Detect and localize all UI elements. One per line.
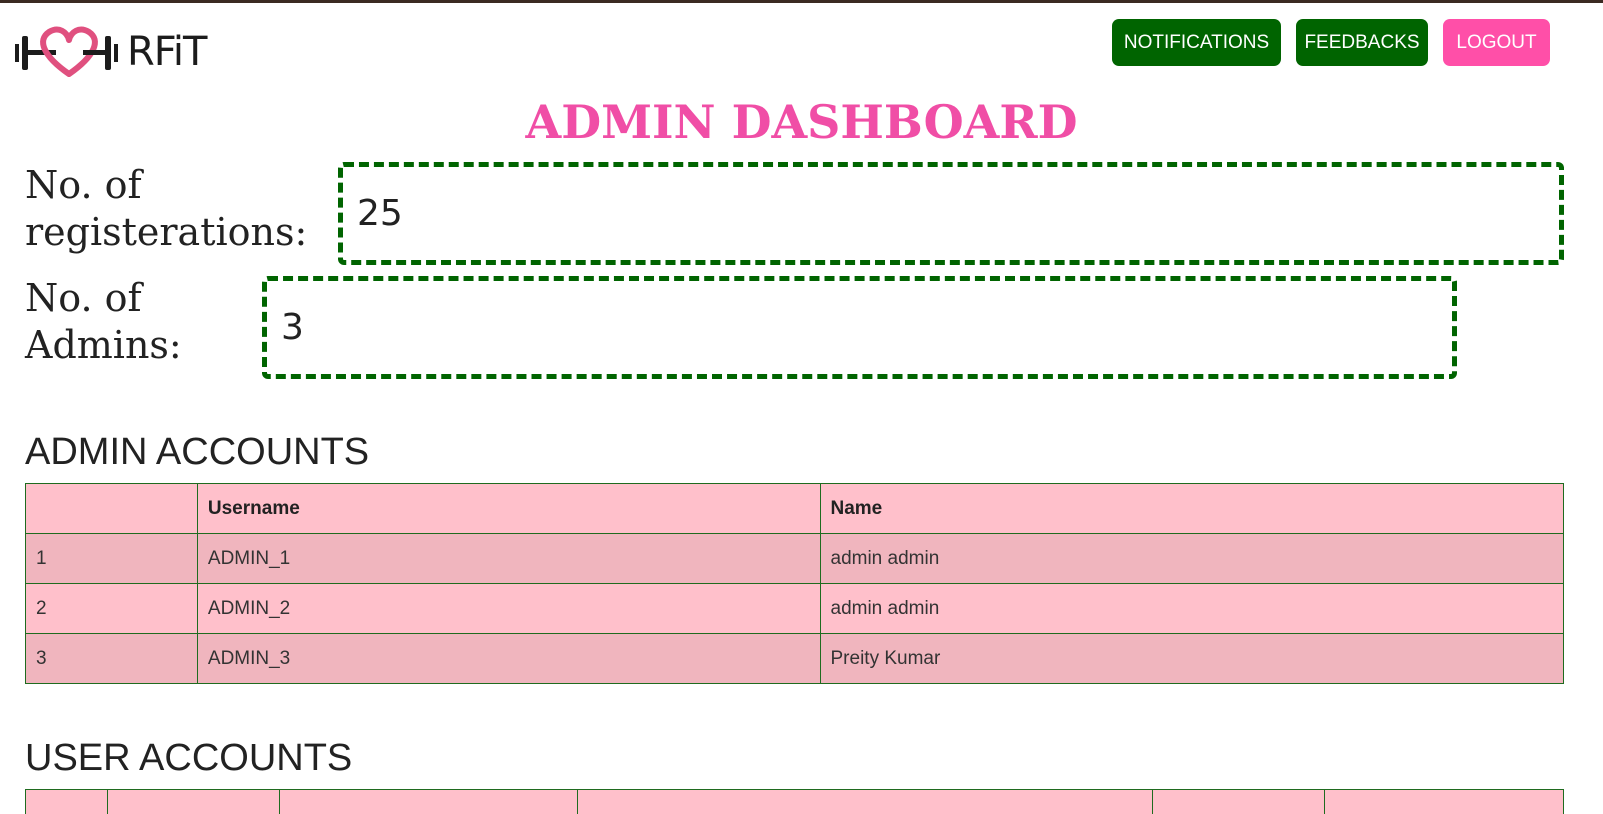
table-row: 3 ADMIN_3 Preity Kumar (25, 633, 1564, 684)
admins-label: No. of Admins: (25, 276, 182, 367)
row-index: 2 (25, 583, 198, 634)
row-index: 3 (25, 633, 198, 684)
column-header (1152, 789, 1326, 814)
admin-accounts-table: Username Name 1 ADMIN_1 admin admin 2 AD… (25, 483, 1564, 684)
registrations-label: No. of registerations: (25, 163, 308, 254)
top-border (0, 0, 1603, 3)
row-username: ADMIN_1 (196, 533, 821, 584)
row-username: ADMIN_2 (196, 583, 821, 634)
registrations-count-box: 25 (338, 162, 1564, 265)
table-row: 1 ADMIN_1 admin admin (25, 533, 1564, 584)
user-accounts-heading: USER ACCOUNTS (25, 737, 353, 779)
column-header (576, 789, 1154, 814)
row-name: admin admin (819, 533, 1564, 584)
heart-dumbbell-icon (15, 26, 118, 77)
admin-accounts-heading: ADMIN ACCOUNTS (25, 431, 370, 473)
feedbacks-button[interactable]: FEEDBACKS (1296, 19, 1428, 66)
page-title: ADMIN DASHBOARD (525, 95, 1078, 149)
column-header (106, 789, 280, 814)
table-header-row: Username Name (25, 483, 1564, 534)
logo-text: RFiT (127, 29, 207, 75)
admins-count: 3 (281, 307, 304, 348)
row-name: Preity Kumar (819, 633, 1564, 684)
registrations-count: 25 (357, 193, 403, 234)
column-header-index (25, 483, 198, 534)
user-accounts-table (25, 789, 1564, 814)
column-header-username: Username (196, 483, 821, 534)
logout-button[interactable]: LOGOUT (1443, 19, 1550, 66)
admins-count-box: 3 (262, 276, 1457, 379)
notifications-button[interactable]: NOTIFICATIONS (1112, 19, 1281, 66)
column-header (278, 789, 578, 814)
column-header (25, 789, 108, 814)
row-index: 1 (25, 533, 198, 584)
row-name: admin admin (819, 583, 1564, 634)
rfit-logo[interactable]: RFiT (13, 22, 207, 82)
row-username: ADMIN_3 (196, 633, 821, 684)
column-header (1324, 789, 1564, 814)
table-row: 2 ADMIN_2 admin admin (25, 583, 1564, 634)
column-header-name: Name (819, 483, 1564, 534)
table-header-row (25, 789, 1564, 814)
